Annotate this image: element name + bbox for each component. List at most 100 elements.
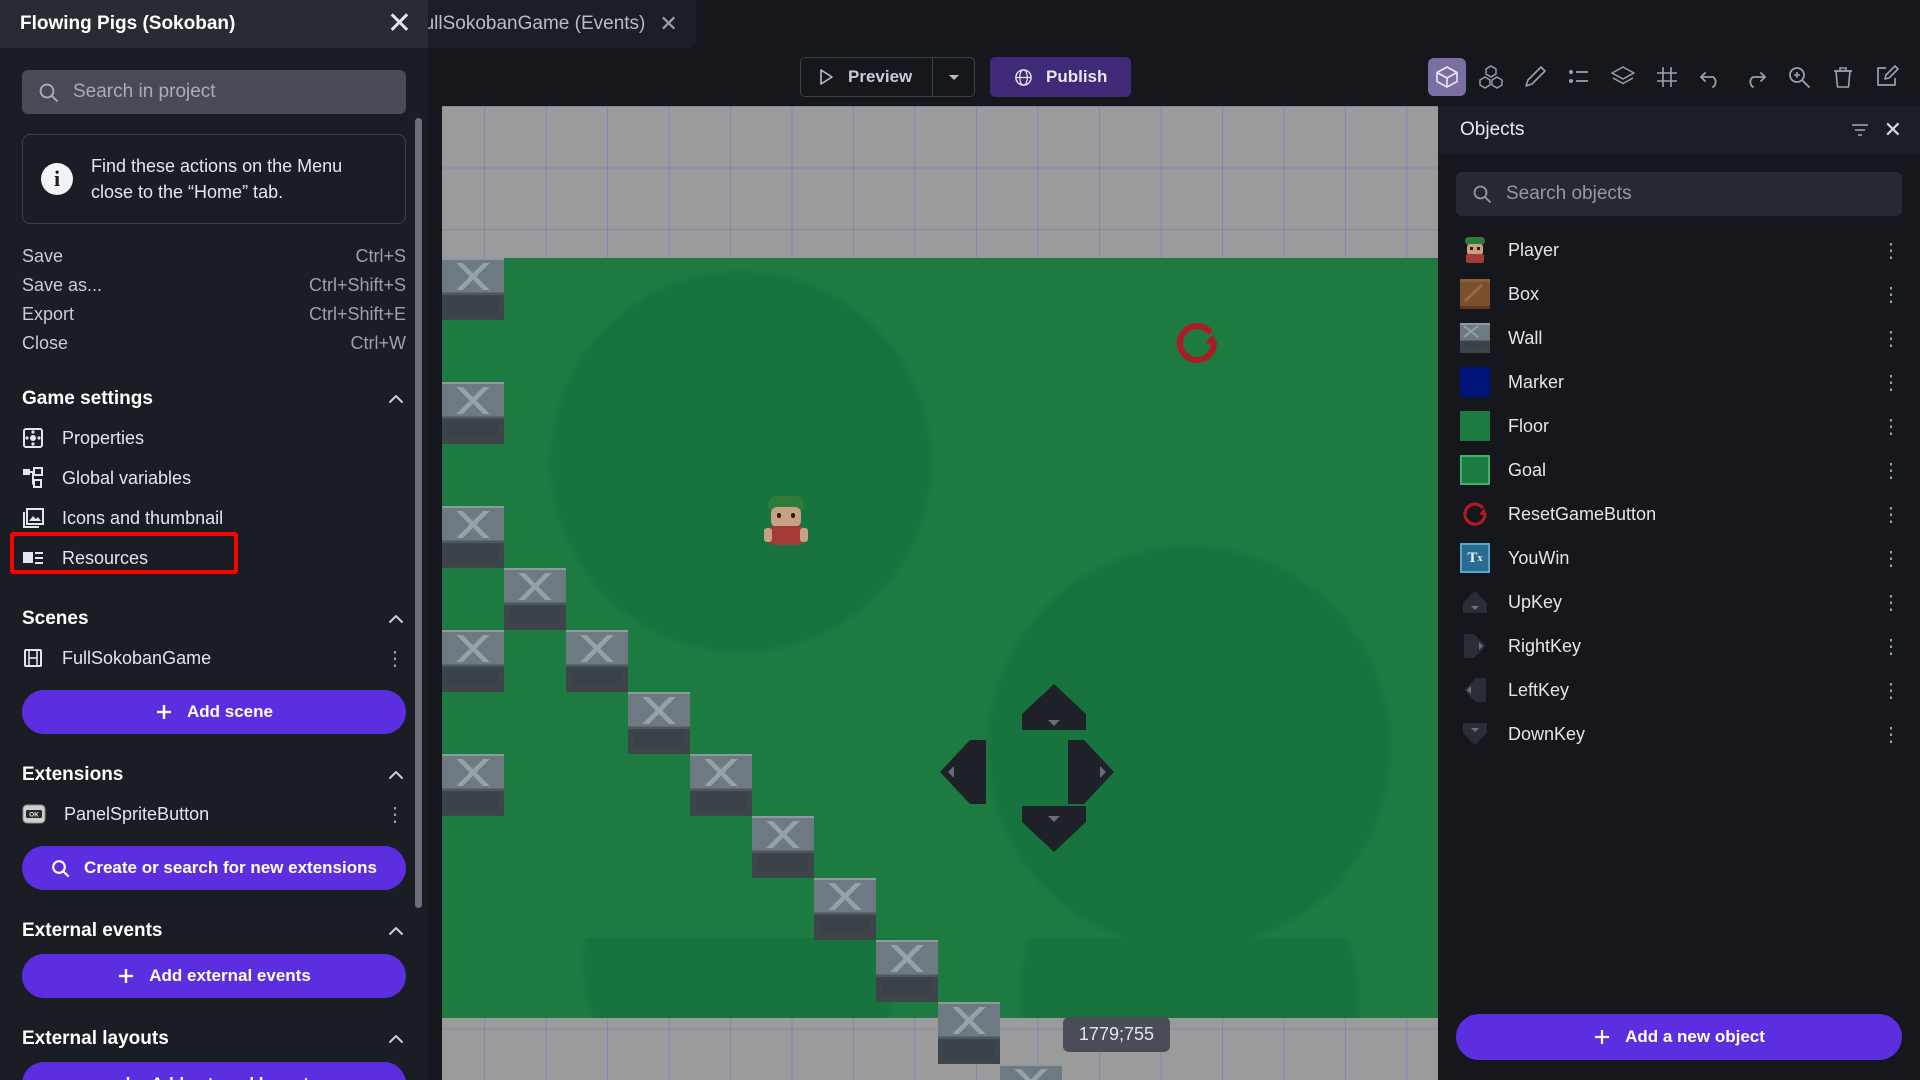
- editor-tab[interactable]: FullSokobanGame (Events) ✕: [390, 0, 696, 48]
- drawer-scrollbar[interactable]: [415, 118, 422, 908]
- undo-tool-button[interactable]: [1692, 58, 1730, 96]
- instances-tool-button[interactable]: [1472, 58, 1510, 96]
- close-icon[interactable]: ✕: [387, 9, 412, 39]
- object-list-item-downkey[interactable]: DownKey ⋮: [1438, 712, 1920, 756]
- menu-item-shortcut: Ctrl+Shift+E: [308, 304, 406, 325]
- sidebar-item-panelspritebutton[interactable]: OK PanelSpriteButton ⋮: [22, 794, 406, 834]
- object-list-item-floor[interactable]: Floor ⋮: [1438, 404, 1920, 448]
- object-list-item-goal[interactable]: Goal ⋮: [1438, 448, 1920, 492]
- object-list-item-youwin[interactable]: Tx YouWin ⋮: [1438, 536, 1920, 580]
- more-vertical-icon[interactable]: ⋮: [1881, 282, 1902, 307]
- layers-tool-button[interactable]: [1604, 58, 1642, 96]
- up-key-instance[interactable]: [1022, 684, 1086, 730]
- add-external-layout-button[interactable]: Add external layout: [22, 1062, 406, 1080]
- player-instance[interactable]: [764, 496, 808, 548]
- close-icon[interactable]: ✕: [1884, 119, 1902, 141]
- section-header-external-events[interactable]: External events: [22, 920, 406, 942]
- preview-button-group[interactable]: Preview: [800, 57, 976, 97]
- chevron-up-icon[interactable]: [386, 765, 406, 785]
- object-list-item-upkey[interactable]: UpKey ⋮: [1438, 580, 1920, 624]
- search-in-project-input[interactable]: [73, 81, 390, 103]
- more-vertical-icon[interactable]: ⋮: [1881, 458, 1902, 483]
- create-search-extensions-button[interactable]: Create or search for new extensions: [22, 846, 406, 891]
- edit-tool-button[interactable]: [1516, 58, 1554, 96]
- menu-item-save-as[interactable]: Save as... Ctrl+Shift+S: [22, 271, 406, 300]
- sidebar-item-global-variables[interactable]: Global variables: [22, 458, 406, 498]
- add-external-layout-label: Add external layout: [151, 1074, 309, 1080]
- sidebar-item-properties[interactable]: Properties: [22, 418, 406, 458]
- more-vertical-icon[interactable]: ⋮: [1881, 502, 1902, 527]
- project-search-box[interactable]: [22, 70, 406, 114]
- menu-item-label: Export: [22, 304, 75, 325]
- sidebar-item-resources[interactable]: Resources: [10, 532, 406, 578]
- object-list-item-box[interactable]: Box ⋮: [1438, 272, 1920, 316]
- more-vertical-icon[interactable]: ⋮: [1881, 546, 1902, 571]
- zoom-tool-button[interactable]: [1780, 58, 1818, 96]
- chevron-up-icon[interactable]: [386, 921, 406, 941]
- more-vertical-icon[interactable]: ⋮: [1881, 370, 1902, 395]
- menu-item-label: Close: [22, 333, 69, 354]
- object-search-box[interactable]: [1456, 172, 1902, 216]
- more-vertical-icon[interactable]: ⋮: [1881, 326, 1902, 351]
- chevron-up-icon[interactable]: [386, 609, 406, 629]
- add-new-object-button[interactable]: Add a new object: [1456, 1014, 1902, 1060]
- open-editor-tool-button[interactable]: [1868, 58, 1906, 96]
- more-vertical-icon[interactable]: ⋮: [385, 646, 406, 671]
- object-name: Marker: [1508, 371, 1565, 392]
- wall-sprite-thumbnail: [1460, 323, 1490, 353]
- chevron-down-icon: [946, 69, 962, 85]
- add-scene-button[interactable]: Add scene: [22, 690, 406, 735]
- preview-dropdown-button[interactable]: [932, 58, 974, 96]
- image-icon: [22, 507, 44, 529]
- section-header-external-layouts[interactable]: External layouts: [22, 1028, 406, 1050]
- add-external-events-button[interactable]: Add external events: [22, 954, 406, 999]
- wall-tile: [752, 816, 814, 878]
- more-vertical-icon[interactable]: ⋮: [1881, 414, 1902, 439]
- menu-item-export[interactable]: Export Ctrl+Shift+E: [22, 300, 406, 329]
- object-list-item-rightkey[interactable]: RightKey ⋮: [1438, 624, 1920, 668]
- search-objects-input[interactable]: [1506, 183, 1886, 205]
- more-vertical-icon[interactable]: ⋮: [1881, 238, 1902, 263]
- ok-button-icon: OK: [22, 802, 46, 826]
- section-header-game-settings[interactable]: Game settings: [22, 388, 406, 410]
- more-vertical-icon[interactable]: ⋮: [385, 802, 406, 827]
- add-external-events-label: Add external events: [149, 966, 311, 986]
- properties-tool-button[interactable]: [1560, 58, 1598, 96]
- right-key-instance[interactable]: [1068, 740, 1114, 804]
- menu-item-close[interactable]: Close Ctrl+W: [22, 329, 406, 358]
- redo-tool-button[interactable]: [1736, 58, 1774, 96]
- delete-tool-button[interactable]: [1824, 58, 1862, 96]
- object-name: ResetGameButton: [1508, 503, 1657, 524]
- sidebar-item-fullsokobangame[interactable]: FullSokobanGame ⋮: [22, 638, 406, 678]
- chevron-up-icon[interactable]: [386, 389, 406, 409]
- reset-game-button-instance[interactable]: [1170, 316, 1224, 370]
- down-key-instance[interactable]: [1022, 806, 1086, 852]
- chevron-up-icon[interactable]: [386, 1029, 406, 1049]
- section-header-extensions[interactable]: Extensions: [22, 764, 406, 786]
- grid-tool-button[interactable]: [1648, 58, 1686, 96]
- object-list-item-resetgamebutton[interactable]: ResetGameButton ⋮: [1438, 492, 1920, 536]
- object-list-item-marker[interactable]: Marker ⋮: [1438, 360, 1920, 404]
- layers-icon: [1610, 64, 1636, 90]
- redo-icon: [1742, 64, 1768, 90]
- wall-tile: [442, 754, 504, 816]
- menu-item-save[interactable]: Save Ctrl+S: [22, 242, 406, 271]
- object-name: Floor: [1508, 415, 1550, 436]
- object-list-item-wall[interactable]: Wall ⋮: [1438, 316, 1920, 360]
- section-header-scenes[interactable]: Scenes: [22, 608, 406, 630]
- object-list-item-player[interactable]: Player ⋮: [1438, 228, 1920, 272]
- close-icon[interactable]: ✕: [659, 13, 677, 35]
- object-list-item-leftkey[interactable]: LeftKey ⋮: [1438, 668, 1920, 712]
- player-arm-left: [764, 528, 772, 542]
- more-vertical-icon[interactable]: ⋮: [1881, 590, 1902, 615]
- more-vertical-icon[interactable]: ⋮: [1881, 634, 1902, 659]
- objects-tool-button[interactable]: [1428, 58, 1466, 96]
- left-key-instance[interactable]: [940, 740, 986, 804]
- more-vertical-icon[interactable]: ⋮: [1881, 722, 1902, 747]
- filter-icon[interactable]: [1850, 120, 1870, 140]
- publish-button[interactable]: Publish: [990, 57, 1132, 97]
- more-vertical-icon[interactable]: ⋮: [1881, 678, 1902, 703]
- object-name: RightKey: [1508, 635, 1582, 656]
- sidebar-item-icons-and-thumbnail[interactable]: Icons and thumbnail: [22, 498, 406, 538]
- preview-button[interactable]: Preview: [801, 58, 932, 96]
